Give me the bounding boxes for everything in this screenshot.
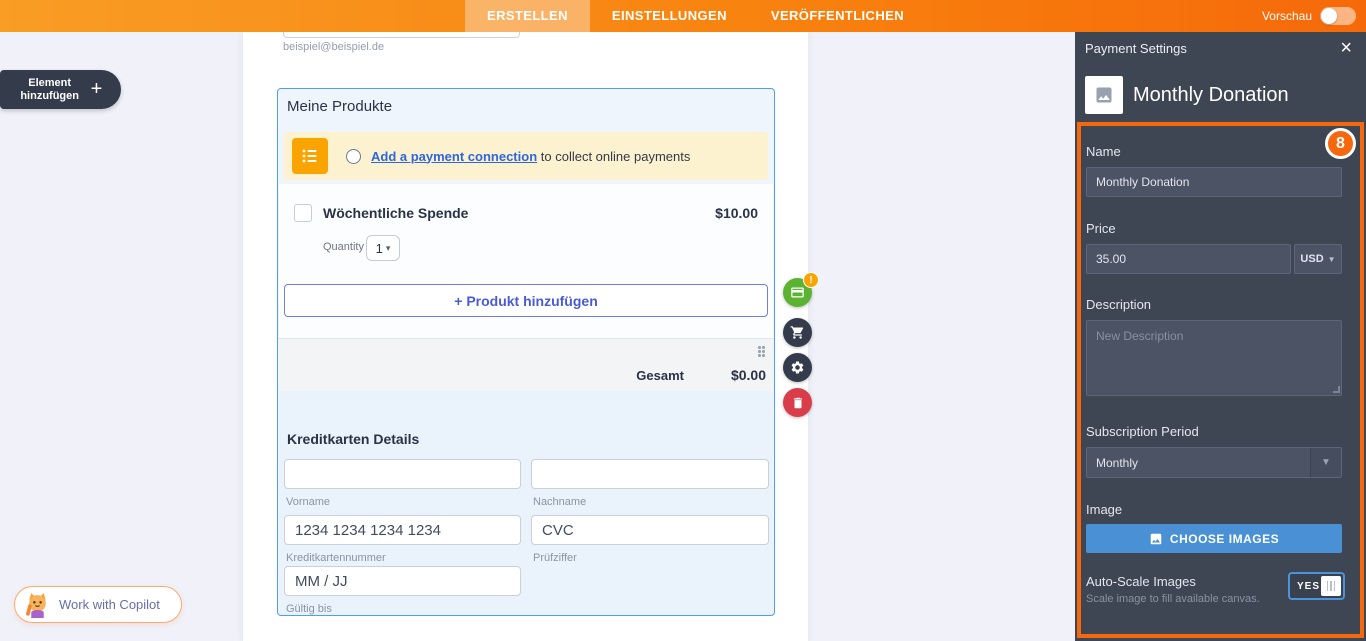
tab-einstellungen[interactable]: EINSTELLUNGEN bbox=[590, 0, 749, 32]
image-icon bbox=[1149, 532, 1163, 546]
total-value: $0.00 bbox=[731, 367, 766, 383]
gear-icon bbox=[790, 360, 805, 375]
last-name-input[interactable] bbox=[531, 459, 769, 489]
first-name-label: Vorname bbox=[286, 496, 330, 508]
product-price: $10.00 bbox=[715, 205, 758, 221]
payment-list-icon bbox=[292, 138, 328, 174]
choose-images-label: CHOOSE IMAGES bbox=[1170, 532, 1279, 546]
drag-handle-icon[interactable] bbox=[758, 346, 766, 358]
email-helper-text: beispiel@beispiel.de bbox=[283, 41, 384, 53]
description-label: Description bbox=[1086, 297, 1151, 312]
autoscale-toggle[interactable]: YES bbox=[1288, 572, 1345, 600]
payment-connection-radio[interactable] bbox=[346, 149, 361, 164]
subscription-period-value: Monthly bbox=[1096, 456, 1138, 470]
preview-toggle[interactable] bbox=[1320, 7, 1356, 25]
product-name-input[interactable] bbox=[1086, 167, 1342, 197]
cvc-input[interactable] bbox=[531, 515, 769, 545]
chevron-down-icon: ▼ bbox=[1328, 255, 1336, 264]
quantity-value: 1 bbox=[376, 241, 383, 256]
payment-warning-badge: ! bbox=[803, 272, 819, 288]
preview-toggle-knob bbox=[1321, 8, 1337, 24]
subscription-period-select[interactable]: Monthly ▼ bbox=[1086, 447, 1342, 478]
preview-control: Vorschau bbox=[1262, 0, 1356, 32]
total-label: Gesamt bbox=[636, 368, 684, 383]
add-element-label: Element hinzufügen bbox=[19, 77, 81, 103]
close-icon[interactable]: × bbox=[1340, 36, 1352, 60]
chevron-down-icon: ▼ bbox=[1310, 448, 1341, 477]
last-name-label: Nachname bbox=[533, 496, 586, 508]
image-label: Image bbox=[1086, 502, 1122, 517]
products-title: Meine Produkte bbox=[287, 98, 392, 115]
description-textarea[interactable] bbox=[1086, 320, 1342, 396]
first-name-input[interactable] bbox=[284, 459, 521, 489]
add-payment-connection-link[interactable]: Add a payment connection bbox=[371, 149, 537, 164]
subscription-period-label: Subscription Period bbox=[1086, 424, 1199, 439]
plus-icon: + bbox=[91, 78, 103, 101]
shopping-cart-icon bbox=[790, 325, 805, 340]
add-product-button[interactable]: + Produkt hinzufügen bbox=[284, 284, 768, 317]
credit-card-title: Kreditkarten Details bbox=[287, 431, 419, 447]
chevron-down-icon: ▾ bbox=[386, 243, 391, 254]
payment-banner-text: Add a payment connection to collect onli… bbox=[371, 149, 690, 164]
tab-erstellen[interactable]: ERSTELLEN bbox=[465, 0, 590, 32]
product-title: Monthly Donation bbox=[1133, 84, 1289, 107]
product-checkbox[interactable] bbox=[294, 204, 312, 222]
top-navbar: ERSTELLEN EINSTELLUNGEN VERÖFFENTLICHEN … bbox=[0, 0, 1366, 32]
payment-connection-banner: Add a payment connection to collect onli… bbox=[284, 132, 768, 180]
cart-fab[interactable] bbox=[783, 318, 812, 347]
add-element-button[interactable]: Element hinzufügen + bbox=[0, 70, 121, 109]
quantity-select[interactable]: 1 ▾ bbox=[366, 235, 400, 261]
cvc-label: Prüfziffer bbox=[533, 552, 577, 564]
choose-images-button[interactable]: CHOOSE IMAGES bbox=[1086, 524, 1342, 553]
currency-select[interactable]: USD ▼ bbox=[1294, 244, 1342, 274]
preview-label: Vorschau bbox=[1262, 9, 1312, 23]
card-number-label: Kreditkartennummer bbox=[286, 552, 386, 564]
app-root: ERSTELLEN EINSTELLUNGEN VERÖFFENTLICHEN … bbox=[0, 0, 1366, 641]
copilot-label: Work with Copilot bbox=[59, 597, 160, 612]
name-label: Name bbox=[1086, 144, 1121, 159]
quantity-label: Quantity bbox=[323, 241, 364, 253]
credit-card-icon bbox=[790, 285, 805, 300]
product-image-placeholder[interactable] bbox=[1085, 76, 1123, 114]
delete-fab[interactable] bbox=[783, 388, 812, 417]
autoscale-toggle-knob bbox=[1321, 576, 1341, 596]
price-label: Price bbox=[1086, 221, 1116, 236]
products-field[interactable]: Meine Produkte Add a payment connection … bbox=[277, 88, 775, 616]
form-preview-column: beispiel@beispiel.de Meine Produkte bbox=[243, 32, 808, 641]
card-number-input[interactable] bbox=[284, 515, 521, 545]
currency-value: USD bbox=[1300, 253, 1323, 265]
image-icon bbox=[1094, 85, 1114, 105]
panel-title: Payment Settings bbox=[1085, 41, 1187, 56]
copilot-cat-icon bbox=[24, 591, 51, 618]
expiry-label: Gültig bis bbox=[286, 603, 332, 615]
trash-icon bbox=[791, 396, 805, 410]
settings-fab[interactable] bbox=[783, 353, 812, 382]
expiry-input[interactable] bbox=[284, 566, 521, 596]
product-name: Wöchentliche Spende bbox=[323, 205, 468, 221]
tab-veroeffentlichen[interactable]: VERÖFFENTLICHEN bbox=[749, 0, 926, 32]
copilot-button[interactable]: Work with Copilot bbox=[14, 586, 182, 623]
step-badge: 8 bbox=[1325, 128, 1356, 159]
payment-settings-panel: Payment Settings × Monthly Donation 8 Na… bbox=[1075, 32, 1366, 641]
subtotal-strip-bg bbox=[278, 338, 774, 391]
navbar-tabs: ERSTELLEN EINSTELLUNGEN VERÖFFENTLICHEN bbox=[465, 0, 926, 32]
autoscale-label: Auto-Scale Images bbox=[1086, 574, 1196, 589]
price-input[interactable] bbox=[1086, 244, 1291, 274]
autoscale-hint: Scale image to fill available canvas. bbox=[1086, 593, 1271, 605]
autoscale-toggle-value: YES bbox=[1297, 581, 1320, 592]
banner-rest-text: to collect online payments bbox=[541, 149, 691, 164]
